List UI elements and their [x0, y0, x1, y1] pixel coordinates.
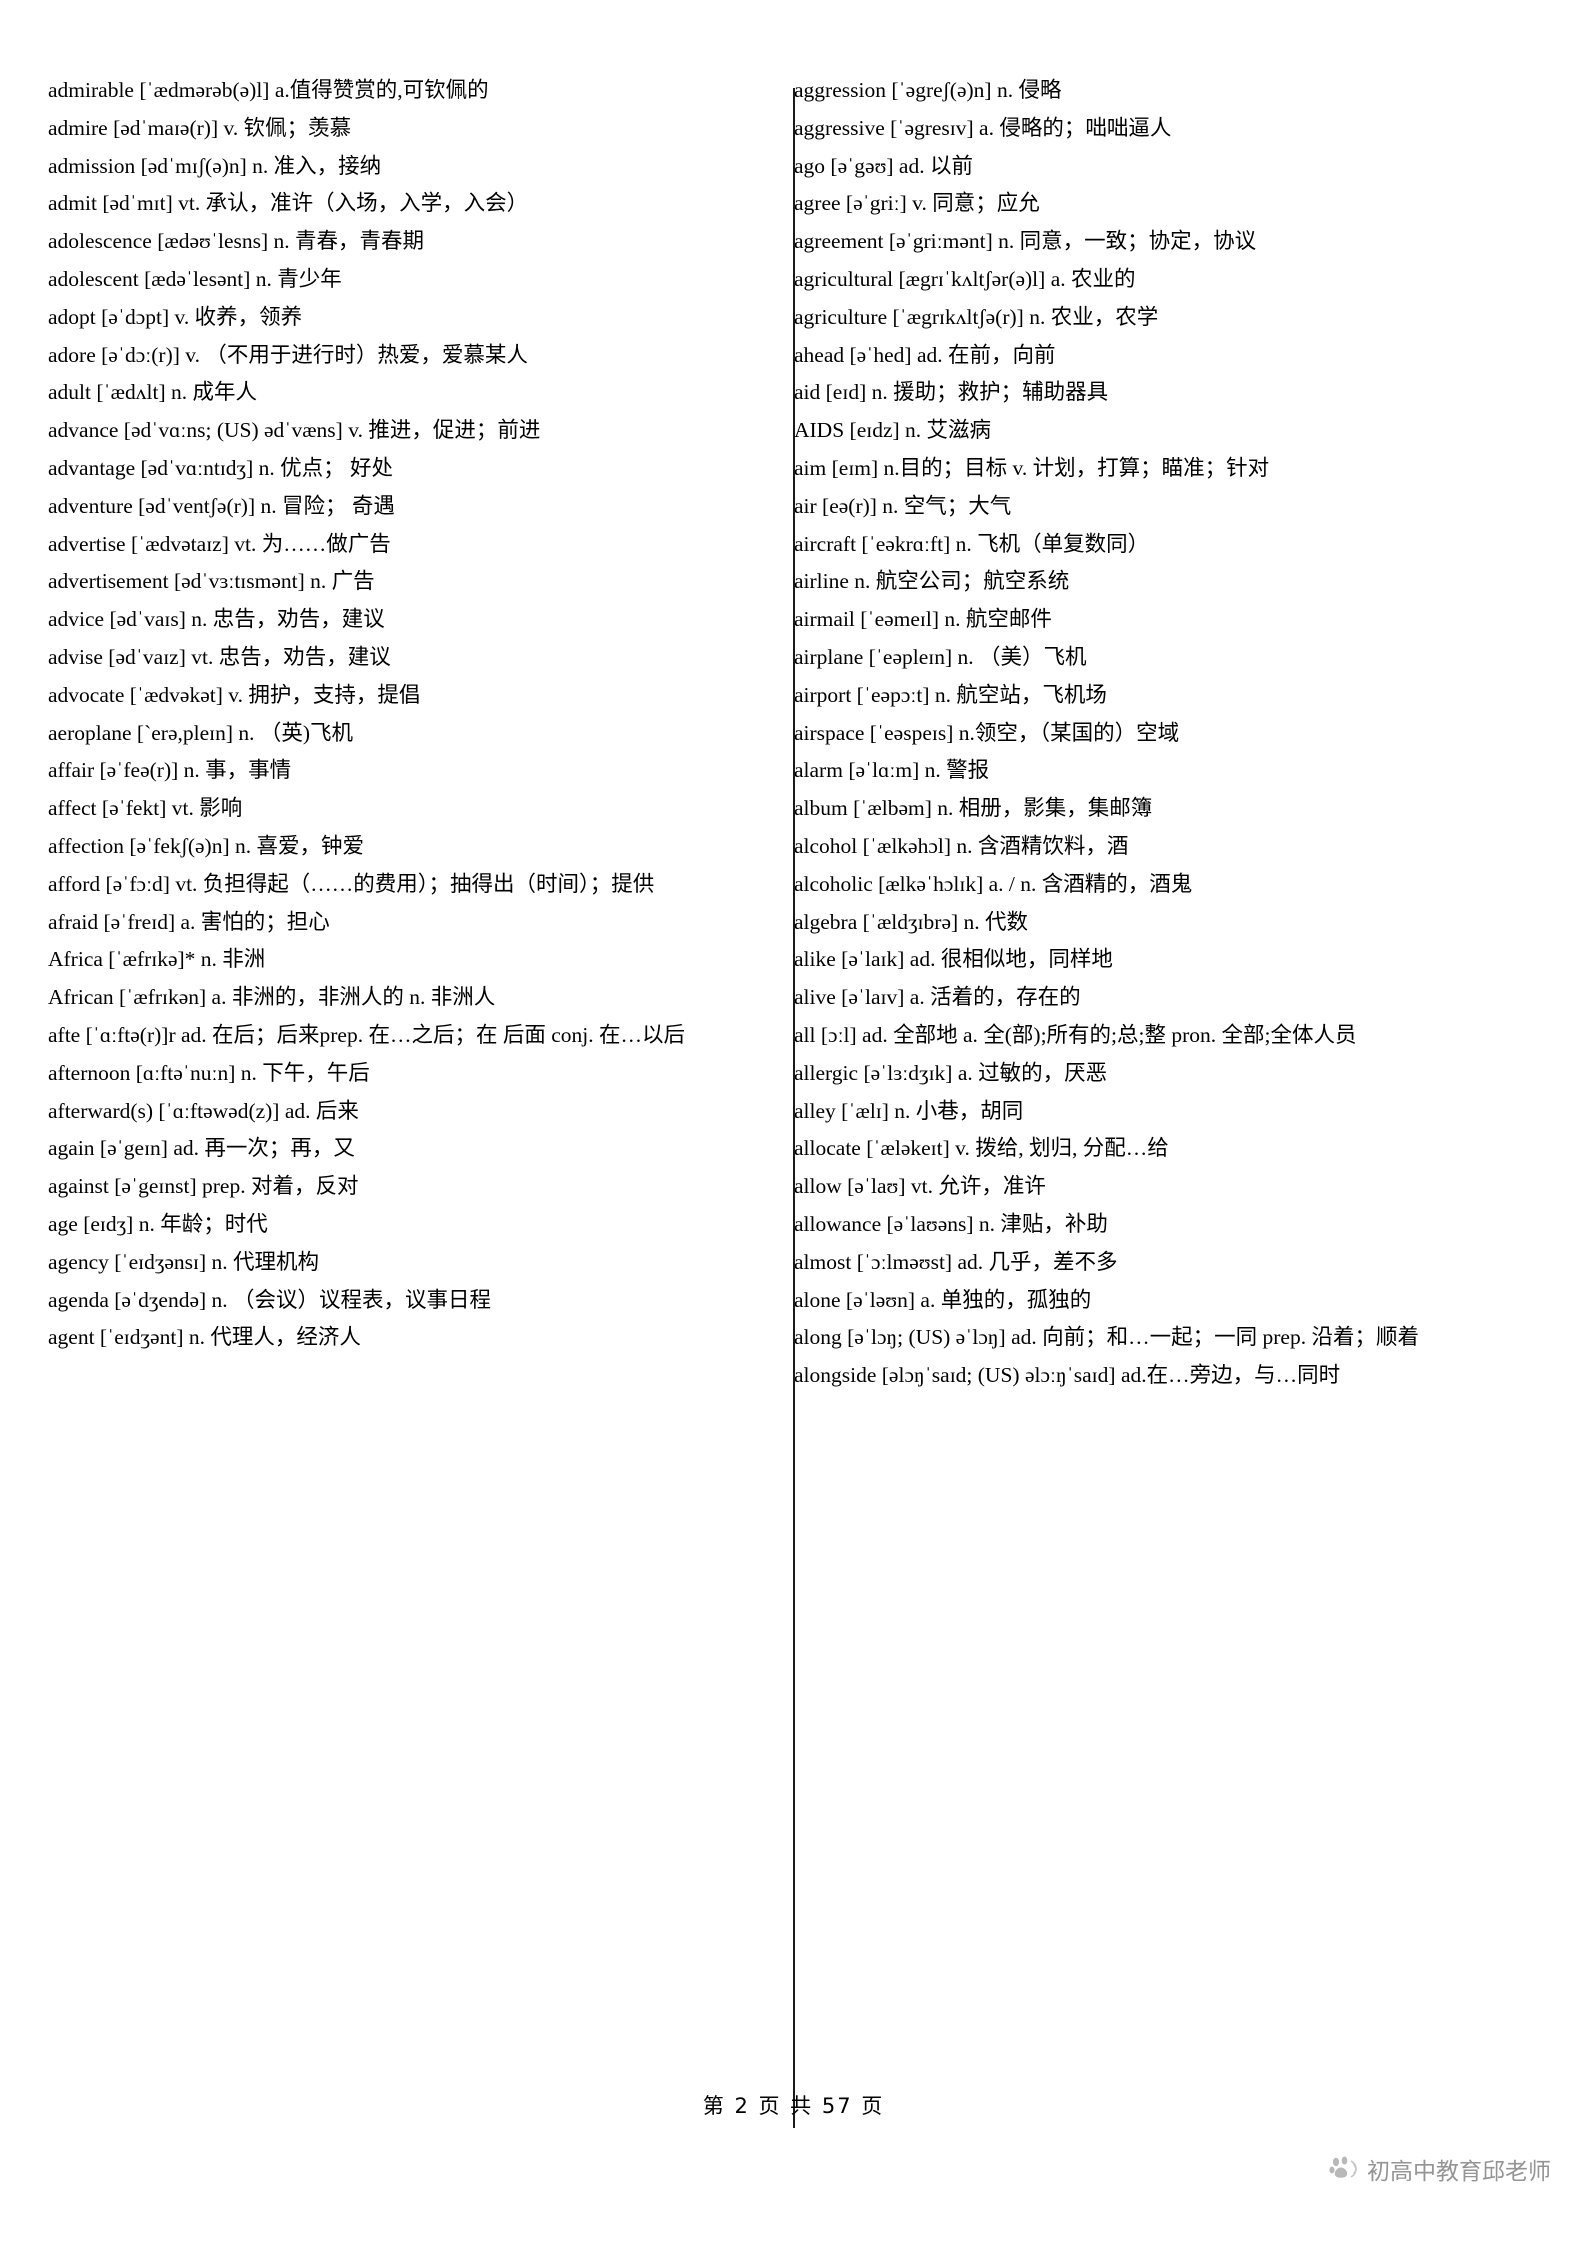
dictionary-entry: admirable [ˈædmərəb(ə)l] a.值得赞赏的,可钦佩的: [48, 78, 489, 102]
dictionary-entry: allocate [ˈæləkeɪt] v. 拨给, 划归, 分配…给: [794, 1136, 1169, 1161]
baidu-paw-icon: [1328, 2154, 1358, 2184]
dictionary-entry: all [ɔːl] ad. 全部地 a. 全(部);所有的;总;整 pron. …: [794, 1022, 1357, 1047]
dictionary-entry: alongside [əlɔŋˈsaɪd; (US) əlɔːŋˈsaɪd] a…: [794, 1363, 1341, 1388]
dictionary-entry: advise [ədˈvaɪz] vt. 忠告，劝告，建议: [48, 644, 391, 669]
dictionary-entry: afterward(s) [ˈɑːftəwəd(z)] ad. 后来: [48, 1098, 359, 1123]
dictionary-entry: advice [ədˈvaɪs] n. 忠告，劝告，建议: [48, 607, 385, 632]
dictionary-entry: aggression [ˈəgreʃ(ə)n] n. 侵略: [794, 78, 1062, 102]
watermark: 初高中教育邱老师: [1328, 2152, 1551, 2186]
dictionary-entry: afraid [əˈfreɪd] a. 害怕的；担心: [48, 909, 330, 934]
column-divider-line: [793, 88, 795, 2128]
dictionary-entry: admire [ədˈmaɪə(r)] v. 钦佩；羡慕: [48, 115, 352, 140]
dictionary-entry: adult [ˈædʌlt] n. 成年人: [48, 380, 258, 405]
dictionary-entry: alive [əˈlaɪv] a. 活着的，存在的: [794, 985, 1081, 1010]
dictionary-entry: again [əˈgeɪn] ad. 再一次；再，又: [48, 1136, 355, 1161]
dictionary-entry: agenda [əˈdʒendə] n. （会议）议程表，议事日程: [48, 1287, 492, 1312]
dictionary-entry: afternoon [ɑːftəˈnuːn] n. 下午，午后: [48, 1060, 370, 1085]
dictionary-entry: admission [ədˈmɪʃ(ə)n] n. 准入，接纳: [48, 153, 382, 178]
dictionary-entry: African [ˈæfrɪkən] a. 非洲的，非洲人的 n. 非洲人: [48, 985, 496, 1010]
watermark-label: 初高中教育邱老师: [1367, 2159, 1551, 2185]
dictionary-entry: agreement [əˈgriːmənt] n. 同意，一致；协定，协议: [794, 229, 1257, 254]
dictionary-entry: airline n. 航空公司；航空系统: [794, 569, 1070, 594]
dictionary-entry: against [əˈgeɪnst] prep. 对着，反对: [48, 1174, 359, 1199]
dictionary-entry: Africa [ˈæfrɪkə]* n. 非洲: [48, 947, 266, 972]
dictionary-entry: AIDS [eɪdz] n. 艾滋病: [794, 418, 992, 443]
dictionary-entry: airmail [ˈeəmeɪl] n. 航空邮件: [794, 607, 1052, 632]
dictionary-entry: agency [ˈeɪdʒənsɪ] n. 代理机构: [48, 1249, 320, 1274]
dictionary-entry: advance [ədˈvɑːns; (US) ədˈvæns] v. 推进，促…: [48, 418, 541, 443]
dictionary-entry: allergic [əˈlɜːdʒɪk] a. 过敏的，厌恶: [794, 1060, 1108, 1085]
dictionary-entry: airport [ˈeəpɔːt] n. 航空站，飞机场: [794, 682, 1107, 707]
dictionary-entry: affect [əˈfekt] vt. 影响: [48, 796, 243, 821]
dictionary-entry: alike [əˈlaɪk] ad. 很相似地，同样地: [794, 947, 1113, 972]
dictionary-entry: advantage [ədˈvɑːntɪdʒ] n. 优点； 好处: [48, 455, 393, 480]
dictionary-entry: alley [ˈælɪ] n. 小巷，胡同: [794, 1098, 1024, 1123]
dictionary-entry: along [əˈlɔŋ; (US) əˈlɔŋ] ad. 向前；和…一起；一同…: [794, 1325, 1419, 1350]
dictionary-entry: afford [əˈfɔːd] vt. 负担得起（……的费用）；抽得出（时间）；…: [48, 871, 655, 896]
dictionary-entry: agriculture [ˈægrɪkʌltʃə(r)] n. 农业，农学: [794, 304, 1159, 329]
dictionary-entry: advertise [ˈædvətaɪz] vt. 为……做广告: [48, 531, 391, 556]
dictionary-entry: airspace [ˈeəspeɪs] n.领空，（某国的）空域: [794, 720, 1180, 745]
dictionary-entry: adore [əˈdɔː(r)] v. （不用于进行时）热爱，爱慕某人: [48, 342, 528, 367]
dictionary-entry: aircraft [ˈeəkrɑːft] n. 飞机（单复数同）: [794, 531, 1150, 556]
dictionary-entry: aim [eɪm] n.目的；目标 v. 计划，打算；瞄准；针对: [794, 455, 1270, 480]
dictionary-entry: adventure [ədˈventʃə(r)] n. 冒险； 奇遇: [48, 493, 395, 518]
dictionary-entry: affection [əˈfekʃ(ə)n] n. 喜爱，钟爱: [48, 833, 365, 858]
dictionary-entry: alcohol [ˈælkəhɔl] n. 含酒精饮料，酒: [794, 833, 1129, 858]
dictionary-entry: aid [eɪd] n. 援助；救护；辅助器具: [794, 380, 1109, 405]
dictionary-entry: algebra [ˈældʒɪbrə] n. 代数: [794, 909, 1029, 934]
dictionary-entry: admit [ədˈmɪt] vt. 承认，准许（入场，入学，入会）: [48, 191, 529, 216]
dictionary-entry: afte [ˈɑːftə(r)]r ad. 在后；后来prep. 在…之后；在 …: [48, 1022, 685, 1047]
dictionary-entry: alcoholic [ælkəˈhɔlɪk] a. / n. 含酒精的，酒鬼: [794, 871, 1193, 896]
dictionary-entry: album [ˈælbəm] n. 相册，影集，集邮簿: [794, 796, 1153, 821]
dictionary-entry: ago [əˈgəʊ] ad. 以前: [794, 153, 973, 178]
dictionary-entry: affair [əˈfeə(r)] n. 事，事情: [48, 758, 292, 783]
dictionary-entry: agricultural [ægrɪˈkʌltʃər(ə)l] a. 农业的: [794, 266, 1136, 291]
dictionary-entry: adopt [əˈdɔpt] v. 收养，领养: [48, 304, 303, 329]
dictionary-entry: agent [ˈeɪdʒənt] n. 代理人，经济人: [48, 1325, 361, 1350]
left-column: admirable [ˈædmərəb(ə)l] a.值得赞赏的,可钦佩的 ad…: [48, 72, 760, 1357]
right-column: aggression [ˈəgreʃ(ə)n] n. 侵略 aggressive…: [760, 72, 1472, 1395]
dictionary-entry: aeroplane [ˋerə,pleɪn] n. （英)飞机: [48, 720, 354, 745]
dictionary-entry: airplane [ˈeəpleɪn] n. （美）飞机: [794, 644, 1087, 669]
dictionary-entry: alarm [əˈlɑːm] n. 警报: [794, 758, 990, 783]
dictionary-entry: allow [əˈlaʊ] vt. 允许，准许: [794, 1174, 1046, 1199]
dictionary-entry: advertisement [ədˈvɜːtɪsmənt] n. 广告: [48, 569, 375, 594]
page-footer: 第 2 页 共 57 页: [702, 2094, 885, 2118]
dictionary-entry: ahead [əˈhed] ad. 在前，向前: [794, 342, 1056, 367]
dictionary-entry: adolescence [ædəʊˈlesns] n. 青春，青春期: [48, 229, 425, 254]
dictionary-entry: aggressive [ˈəgresɪv] a. 侵略的；咄咄逼人: [794, 115, 1172, 140]
dictionary-entry: almost [ˈɔːlməʊst] ad. 几乎，差不多: [794, 1249, 1118, 1274]
dictionary-entry: alone [əˈləʊn] a. 单独的，孤独的: [794, 1287, 1092, 1312]
dictionary-entry: allowance [əˈlaʊəns] n. 津贴，补助: [794, 1211, 1108, 1236]
dictionary-entry: agree [əˈgriː] v. 同意；应允: [794, 191, 1040, 216]
dictionary-entry: adolescent [ædəˈlesənt] n. 青少年: [48, 266, 342, 291]
dictionary-entry: age [eɪdʒ] n. 年龄；时代: [48, 1211, 268, 1236]
document-page: admirable [ˈædmərəb(ə)l] a.值得赞赏的,可钦佩的 ad…: [0, 0, 1587, 2245]
dictionary-entry: advocate [ˈædvəkət] v. 拥护，支持，提倡: [48, 682, 421, 707]
dictionary-entry: air [eə(r)] n. 空气；大气: [794, 493, 1012, 518]
